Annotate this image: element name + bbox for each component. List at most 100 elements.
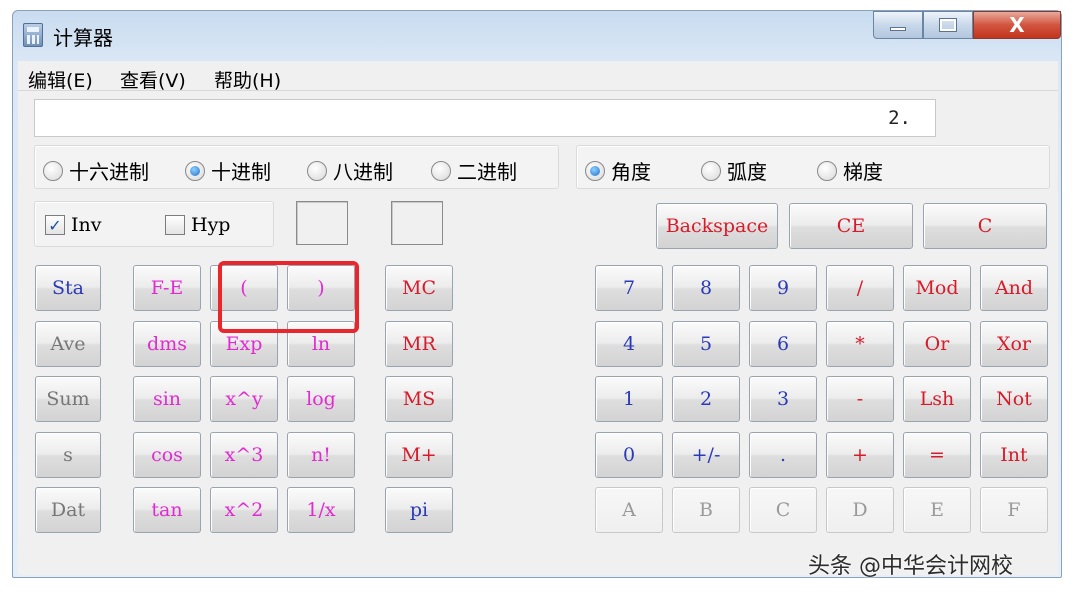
hex-c-button[interactable]: C	[749, 487, 817, 533]
radio-hex-label: 十六进制	[69, 160, 149, 184]
menu-view[interactable]: 查看(V)	[120, 66, 186, 93]
angle-unit-group: 角度 弧度 梯度	[576, 145, 1050, 189]
mr-button[interactable]: MR	[385, 321, 453, 367]
menu-edit[interactable]: 编辑(E)	[28, 66, 93, 93]
watermark: 头条 @中华会计网校	[808, 554, 1013, 579]
sta-button[interactable]: Sta	[35, 265, 101, 311]
xor-button[interactable]: Xor	[980, 321, 1048, 367]
radio-degree[interactable]: 角度	[585, 156, 651, 185]
pi-button[interactable]: pi	[385, 487, 453, 533]
key-3[interactable]: 3	[749, 376, 817, 422]
factorial-button[interactable]: n!	[287, 432, 355, 478]
radio-oct[interactable]: 八进制	[307, 156, 393, 185]
radio-dec-label: 十进制	[211, 160, 271, 184]
minus-button[interactable]: -	[826, 376, 894, 422]
lsh-button[interactable]: Lsh	[903, 376, 971, 422]
int-button[interactable]: Int	[980, 432, 1048, 478]
hex-b-button[interactable]: B	[672, 487, 740, 533]
checkbox-empty	[165, 215, 185, 235]
multiply-button[interactable]: *	[826, 321, 894, 367]
number-base-group: 十六进制 十进制 八进制 二进制	[34, 145, 559, 189]
key-5[interactable]: 5	[672, 321, 740, 367]
minimize-button[interactable]	[873, 11, 923, 39]
ave-button[interactable]: Ave	[35, 321, 101, 367]
tan-button[interactable]: tan	[133, 487, 201, 533]
checkmark-icon: ✓	[45, 215, 65, 235]
dms-button[interactable]: dms	[133, 321, 201, 367]
parentheses-highlight	[218, 261, 359, 333]
key-8[interactable]: 8	[672, 265, 740, 311]
hyp-label: Hyp	[191, 214, 231, 236]
m-plus-button[interactable]: M+	[385, 432, 453, 478]
radio-circle-checked	[585, 160, 605, 181]
key-4[interactable]: 4	[595, 321, 663, 367]
result-display: 2.	[34, 99, 936, 137]
radio-circle-checked	[185, 160, 205, 181]
paren-indicator-box	[391, 201, 443, 245]
fe-button[interactable]: F-E	[133, 265, 201, 311]
plus-button[interactable]: +	[826, 432, 894, 478]
sin-button[interactable]: sin	[133, 376, 201, 422]
maximize-button[interactable]	[923, 11, 973, 39]
hex-d-button[interactable]: D	[826, 487, 894, 533]
radio-dec[interactable]: 十进制	[185, 156, 271, 185]
equals-button[interactable]: =	[903, 432, 971, 478]
sign-toggle-button[interactable]: +/-	[672, 432, 740, 478]
radio-gradian-label: 梯度	[843, 160, 883, 184]
radio-circle	[307, 160, 327, 181]
decimal-button[interactable]: .	[749, 432, 817, 478]
radio-circle	[43, 160, 63, 181]
hyp-checkbox[interactable]: Hyp	[165, 214, 230, 236]
radio-oct-label: 八进制	[333, 160, 393, 184]
key-6[interactable]: 6	[749, 321, 817, 367]
calculator-window: 计算器 X 编辑(E) 查看(V) 帮助(H) 2. 十六进制 十进制 八进制 …	[12, 10, 1062, 578]
menu-help[interactable]: 帮助(H)	[214, 66, 281, 93]
ce-button[interactable]: CE	[789, 203, 913, 249]
calculator-icon	[23, 23, 43, 47]
maximize-icon	[939, 18, 957, 32]
calculator-body: 2. 十六进制 十进制 八进制 二进制 角度 弧度 梯度 ✓ Inv Hyp Ba…	[18, 91, 1058, 575]
mod-button[interactable]: Mod	[903, 265, 971, 311]
xy-button[interactable]: x^y	[210, 376, 278, 422]
and-button[interactable]: And	[980, 265, 1048, 311]
inv-checkbox[interactable]: ✓ Inv	[45, 214, 101, 236]
memory-indicator-box	[296, 201, 348, 245]
radio-circle	[817, 160, 837, 181]
key-9[interactable]: 9	[749, 265, 817, 311]
close-button[interactable]: X	[973, 11, 1061, 39]
inv-hyp-group: ✓ Inv Hyp	[34, 201, 274, 247]
reciprocal-button[interactable]: 1/x	[287, 487, 355, 533]
x3-button[interactable]: x^3	[210, 432, 278, 478]
menu-bar: 编辑(E) 查看(V) 帮助(H)	[18, 61, 1058, 93]
mc-button[interactable]: MC	[385, 265, 453, 311]
radio-circle	[701, 160, 721, 181]
cos-button[interactable]: cos	[133, 432, 201, 478]
radio-gradian[interactable]: 梯度	[817, 156, 883, 185]
hex-e-button[interactable]: E	[903, 487, 971, 533]
key-7[interactable]: 7	[595, 265, 663, 311]
sum-button[interactable]: Sum	[35, 376, 101, 422]
radio-radian-label: 弧度	[727, 160, 767, 184]
key-0[interactable]: 0	[595, 432, 663, 478]
c-button[interactable]: C	[923, 203, 1047, 249]
hex-a-button[interactable]: A	[595, 487, 663, 533]
or-button[interactable]: Or	[903, 321, 971, 367]
minimize-icon	[890, 27, 906, 31]
x2-button[interactable]: x^2	[210, 487, 278, 533]
dat-button[interactable]: Dat	[35, 487, 101, 533]
radio-radian[interactable]: 弧度	[701, 156, 767, 185]
not-button[interactable]: Not	[980, 376, 1048, 422]
radio-bin[interactable]: 二进制	[431, 156, 517, 185]
title-bar[interactable]: 计算器 X	[13, 11, 1061, 57]
radio-circle	[431, 160, 451, 181]
log-button[interactable]: log	[287, 376, 355, 422]
key-2[interactable]: 2	[672, 376, 740, 422]
key-1[interactable]: 1	[595, 376, 663, 422]
close-icon: X	[1009, 13, 1025, 37]
radio-hex[interactable]: 十六进制	[43, 156, 149, 185]
s-button[interactable]: s	[35, 432, 101, 478]
backspace-button[interactable]: Backspace	[656, 203, 778, 249]
hex-f-button[interactable]: F	[980, 487, 1048, 533]
ms-button[interactable]: MS	[385, 376, 453, 422]
divide-button[interactable]: /	[826, 265, 894, 311]
